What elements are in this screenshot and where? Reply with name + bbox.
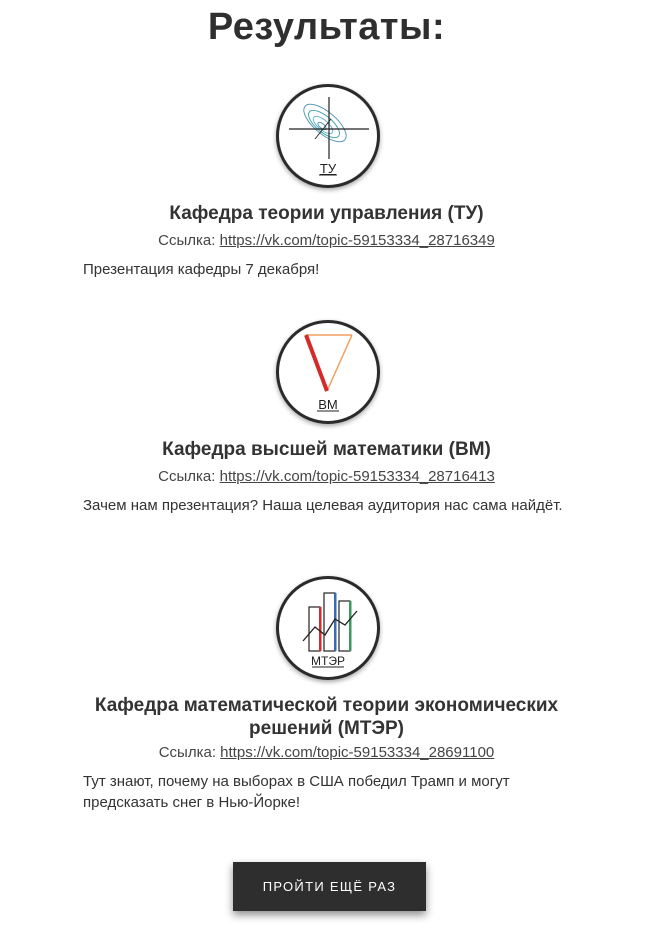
department-name: Кафедра высшей математики (ВМ) xyxy=(162,439,491,460)
department-name: Кафедра теории управления (ТУ) xyxy=(169,203,484,224)
mter-logo-text: МТЭР xyxy=(311,654,345,668)
department-name: Кафедра математической теории экономичес… xyxy=(94,695,559,739)
retry-button[interactable]: ПРОЙТИ ЕЩЁ РАЗ xyxy=(233,862,426,911)
tu-logo-text: ТУ xyxy=(320,161,337,176)
triangle-icon: ВМ xyxy=(304,334,353,412)
department-link[interactable]: https://vk.com/topic-59153334_28691100 xyxy=(220,744,494,761)
department-description: Зачем нам презентация? Наша целевая ауди… xyxy=(83,497,563,514)
vm-logo-text: ВМ xyxy=(318,397,338,412)
department-link[interactable]: https://vk.com/topic-59153334_28716349 xyxy=(220,232,495,249)
contour-plot-icon: ТУ xyxy=(289,97,369,176)
link-row: Ссылка: https://vk.com/topic-59153334_28… xyxy=(0,232,653,249)
link-label: Ссылка: xyxy=(158,468,216,485)
link-row: Ссылка: https://vk.com/topic-59153334_28… xyxy=(0,744,653,761)
department-description: Презентация кафедры 7 декабря! xyxy=(83,261,320,278)
link-label: Ссылка: xyxy=(158,232,216,249)
tu-logo: ТУ xyxy=(276,84,380,188)
page-title: Результаты: xyxy=(207,6,446,48)
link-label: Ссылка: xyxy=(158,744,216,761)
vm-logo: ВМ xyxy=(276,320,380,424)
bar-chart-icon: МТЭР xyxy=(302,592,358,668)
mter-logo: МТЭР xyxy=(276,576,380,680)
department-link[interactable]: https://vk.com/topic-59153334_28716413 xyxy=(220,468,495,485)
department-description: Тут знают, почему на выборах в США побед… xyxy=(83,773,510,811)
link-row: Ссылка: https://vk.com/topic-59153334_28… xyxy=(0,468,653,485)
